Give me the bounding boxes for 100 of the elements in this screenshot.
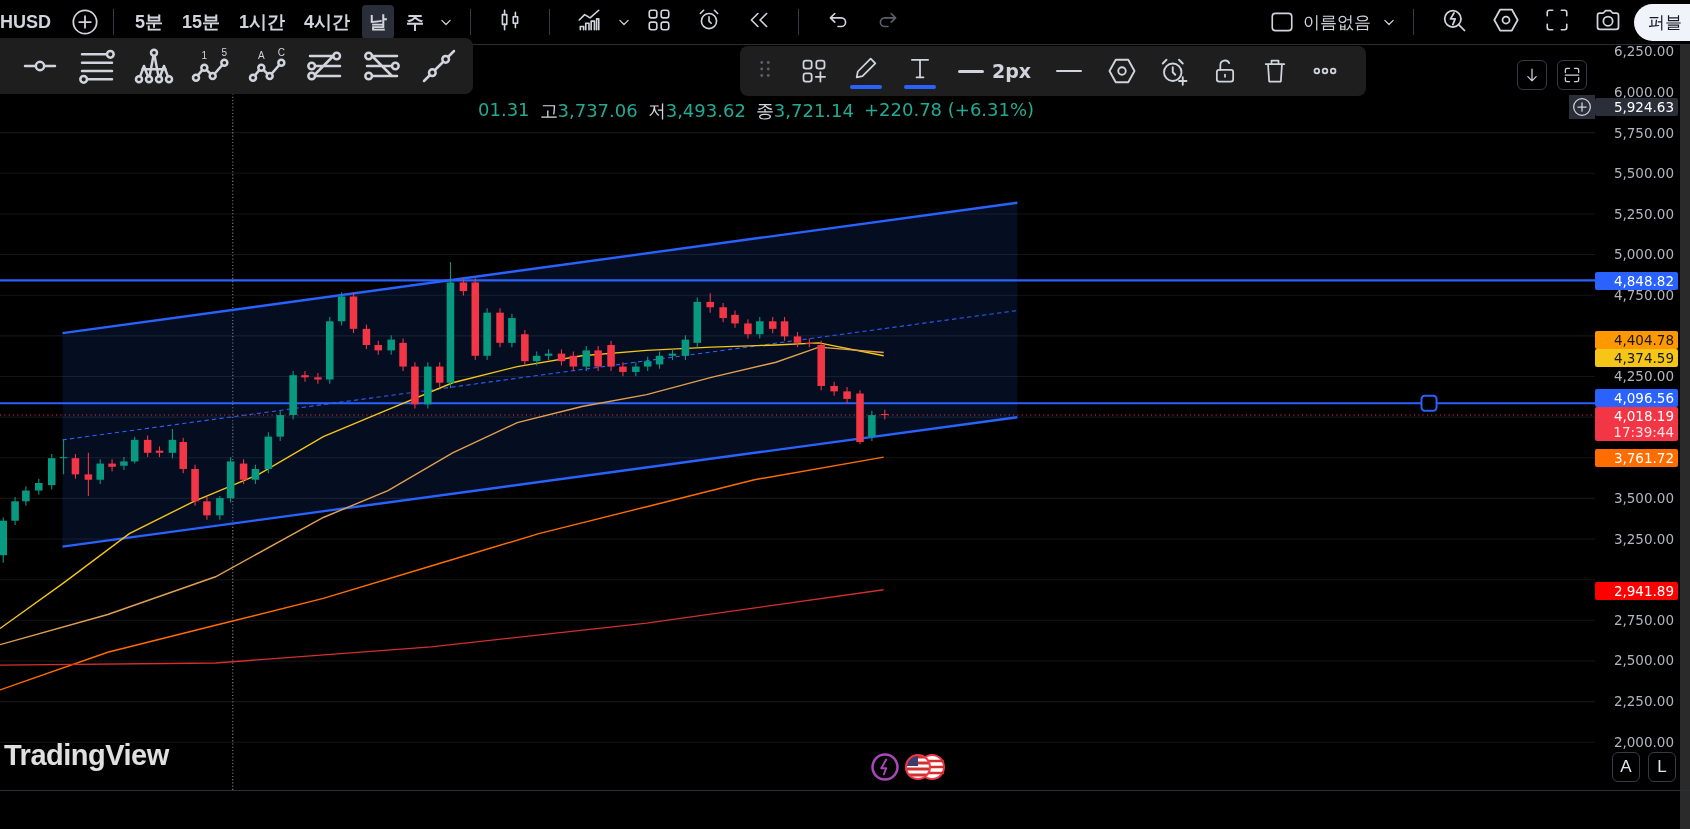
candle	[483, 307, 491, 361]
candle	[643, 356, 652, 372]
candle	[301, 370, 309, 383]
candle	[693, 297, 702, 348]
candle	[130, 436, 139, 465]
price-tick-label: 3,250.00	[1613, 532, 1674, 546]
price-tag: 2,941.89	[1595, 582, 1678, 601]
ohlc-value: 고3,737.06	[539, 99, 638, 123]
candle	[71, 453, 80, 480]
candle	[35, 478, 43, 496]
candle	[508, 313, 516, 348]
candle	[143, 435, 152, 458]
price-tick-label: 2,750.00	[1613, 613, 1674, 627]
price-tag: 5,924.63	[1595, 97, 1678, 116]
candle	[582, 345, 591, 372]
candle	[168, 428, 177, 459]
candle	[264, 431, 273, 474]
candle	[607, 340, 615, 372]
candle	[276, 410, 284, 442]
candle	[706, 292, 714, 314]
candle	[881, 409, 889, 420]
price-tick-label: 6,250.00	[1613, 45, 1674, 59]
candle	[179, 437, 187, 474]
change-value: +220.78 (+6.31%)	[864, 99, 1035, 122]
candle	[744, 318, 752, 340]
timeframe-tab[interactable]: 5분	[128, 5, 171, 39]
price-tick-label: 2,250.00	[1613, 694, 1674, 708]
fullscreen-icon[interactable]	[1544, 6, 1570, 33]
candle	[120, 456, 128, 471]
candle	[868, 410, 876, 442]
price-tick-label: 5,000.00	[1613, 248, 1674, 262]
publish-button[interactable]: 퍼블	[1634, 3, 1690, 41]
scale-mode-button[interactable]: A	[1612, 752, 1640, 782]
lightning-event-icon[interactable]	[870, 752, 900, 782]
price-tick-label: 2,500.00	[1613, 654, 1674, 668]
candle	[155, 445, 164, 458]
candle	[619, 361, 627, 377]
price-tick-label: 4,750.00	[1613, 288, 1674, 302]
grid-icon[interactable]	[646, 6, 673, 33]
hexagon-icon[interactable]	[1107, 56, 1138, 86]
pattern-icon[interactable]	[134, 46, 174, 86]
timeframe-tab[interactable]: 1시간	[232, 5, 293, 39]
price-tick-label: 2,000.00	[1613, 735, 1674, 749]
candle	[817, 340, 825, 391]
candle	[108, 458, 116, 472]
price-tag: 4,848.82	[1595, 272, 1678, 291]
candle	[314, 372, 322, 385]
price-tag: 4,096.56	[1595, 389, 1678, 408]
candle	[216, 495, 224, 521]
add-layout-icon[interactable]	[800, 57, 828, 85]
price-tag: 4,018.19 17:39:44	[1595, 407, 1678, 442]
line-handle[interactable]	[1420, 394, 1438, 412]
candle	[843, 386, 851, 404]
ohlc-value: 종3,721.14	[755, 99, 854, 123]
price-tick-label: 6,000.00	[1613, 85, 1674, 99]
candle	[719, 302, 727, 323]
candle	[326, 316, 334, 385]
candle	[251, 464, 260, 485]
line-width-button[interactable]: 2px	[958, 60, 1032, 82]
flags-icon[interactable]	[904, 753, 948, 781]
layout-name[interactable]: 이름없음	[1303, 10, 1371, 34]
candle	[521, 329, 529, 367]
open-value: 01.31	[478, 99, 530, 122]
candle	[532, 350, 541, 367]
price-tick-label: 5,500.00	[1613, 167, 1674, 181]
candle	[681, 334, 690, 361]
price-tick-label: 5,250.00	[1613, 207, 1674, 221]
candle	[203, 496, 211, 521]
candle	[239, 458, 248, 485]
timeframe-tab[interactable]: 4시간	[297, 5, 358, 39]
candle	[59, 439, 68, 475]
candle	[11, 496, 19, 526]
candle	[856, 389, 864, 445]
timeframe-tab[interactable]: 날	[362, 5, 395, 39]
candle	[411, 361, 419, 410]
price-tag: 4,404.78	[1595, 331, 1678, 350]
price-tag: 4,374.59	[1595, 349, 1678, 368]
fit-screen-icon[interactable]	[1562, 65, 1582, 85]
candle	[387, 334, 395, 356]
price-tick-label: 4,250.00	[1613, 370, 1674, 384]
ohlc-value: 저3,493.62	[647, 99, 746, 123]
candle	[424, 361, 432, 410]
add-symbol-icon[interactable]	[71, 8, 99, 36]
color-indicator	[904, 84, 936, 89]
candle	[47, 453, 56, 490]
symbol-label[interactable]: HUSD	[0, 11, 51, 33]
candle	[793, 331, 802, 348]
candle	[496, 307, 504, 348]
add-price-icon[interactable]	[1569, 95, 1595, 119]
candle	[362, 323, 371, 350]
candle	[569, 350, 578, 372]
candle	[0, 516, 7, 564]
timeframe-tab[interactable]: 15분	[175, 5, 228, 39]
indicator-chart-icon[interactable]	[576, 6, 603, 33]
alarm-add-icon[interactable]	[1159, 56, 1190, 86]
candle	[337, 291, 346, 327]
candle	[544, 348, 553, 361]
candle	[399, 338, 407, 372]
timeframe-tab[interactable]: 주	[399, 5, 432, 39]
scale-mode-button[interactable]: L	[1648, 752, 1676, 782]
